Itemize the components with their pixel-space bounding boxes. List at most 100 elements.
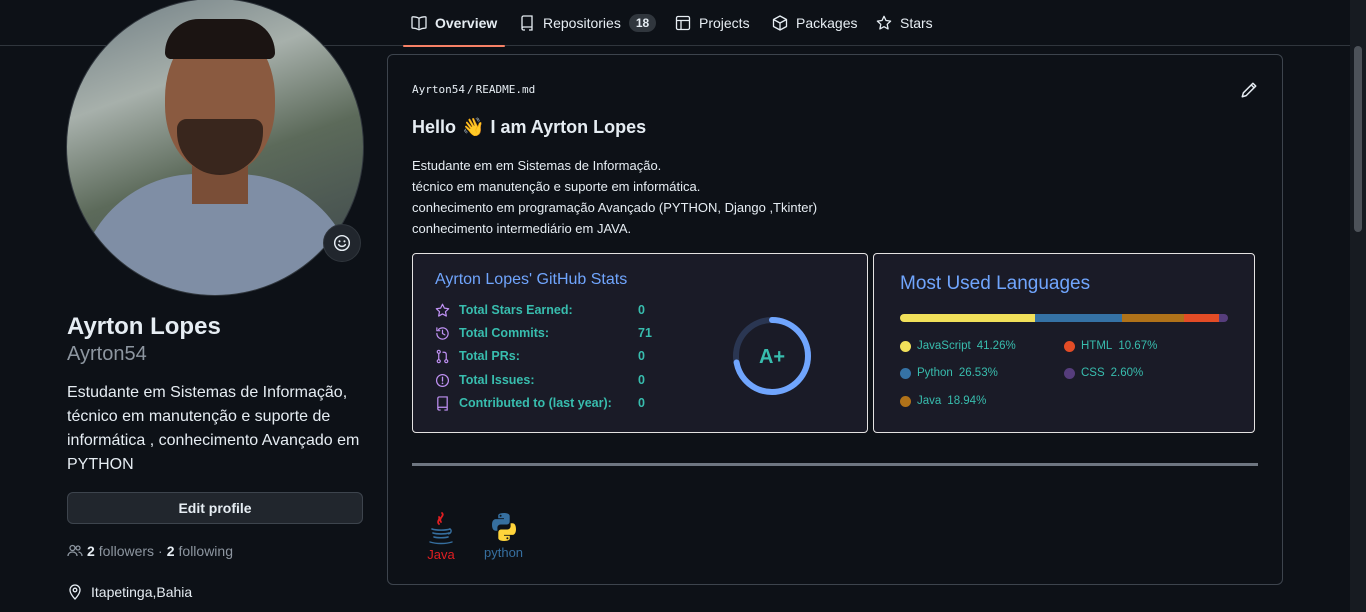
stat-label: Total Commits: (459, 326, 550, 340)
tab-repositories[interactable]: Repositories 18 (519, 0, 657, 46)
stat-value: 0 (638, 396, 645, 410)
stats-card-title: Ayrton Lopes' GitHub Stats (435, 271, 628, 288)
rank-ring: A+ (733, 317, 811, 395)
location-text: Itapetinga,Bahia (91, 584, 193, 600)
package-icon (772, 15, 788, 31)
python-logo-label: python (484, 545, 524, 560)
tab-overview-label: Overview (435, 15, 498, 31)
stat-value: 0 (638, 349, 645, 363)
language-dot (900, 395, 911, 407)
repo-icon (521, 15, 533, 31)
profile-full-name: Ayrton Lopes (67, 313, 221, 340)
people-icon (67, 544, 83, 557)
star-icon (435, 303, 450, 317)
stat-label: Total Stars Earned: (459, 303, 573, 317)
stat-row-contributed: Contributed to (last year): 0 (435, 393, 645, 413)
language-name: Python (917, 367, 953, 379)
profile-location: Itapetinga,Bahia (67, 584, 192, 600)
language-name: CSS (1081, 367, 1105, 379)
set-status-button[interactable] (323, 224, 361, 262)
followers-link[interactable]: followers (99, 543, 154, 559)
avatar[interactable] (66, 0, 364, 296)
java-logo-icon (429, 512, 453, 545)
followers-count[interactable]: 2 (87, 543, 95, 559)
follow-stats: 2 followers · 2 following (67, 543, 233, 559)
python-logo-icon (491, 513, 516, 541)
language-percent: 41.26% (976, 340, 1016, 352)
readme-intro: Estudante em em Sistemas de Informação. … (412, 155, 817, 239)
language-name: JavaScript (917, 340, 971, 352)
language-bar-segment (1122, 314, 1185, 322)
languages-progress-bar (900, 314, 1228, 322)
pencil-icon[interactable] (1240, 81, 1258, 99)
readme-file-name[interactable]: README.md (476, 83, 536, 96)
tab-repositories-label: Repositories (543, 15, 621, 31)
stat-label: Total Issues: (459, 373, 535, 387)
tab-stars-label: Stars (900, 15, 933, 31)
language-percent: 10.67% (1118, 340, 1158, 352)
readme-owner-link[interactable]: Ayrton54 (412, 83, 465, 96)
language-percent: 18.94% (947, 395, 987, 407)
github-stats-card[interactable]: Ayrton Lopes' GitHub Stats Total Stars E… (412, 253, 868, 433)
language-name: HTML (1081, 340, 1113, 352)
language-bar-segment (900, 314, 1036, 322)
profile-bio: Estudante em Sistemas de Informação, téc… (67, 384, 360, 473)
tab-packages-label: Packages (796, 15, 858, 31)
star-icon (876, 15, 892, 30)
pull-request-icon (436, 349, 449, 363)
readme-divider (412, 463, 1258, 466)
repositories-count-badge: 18 (628, 14, 657, 32)
tab-overview[interactable]: Overview (402, 0, 506, 47)
location-pin-icon (69, 584, 81, 600)
language-dot (900, 367, 911, 379)
page-scrollbar[interactable] (1350, 0, 1366, 612)
readme-path: Ayrton54/README.md (412, 83, 535, 96)
language-bar-segment (1219, 314, 1228, 322)
stat-label: Contributed to (last year): (459, 396, 612, 410)
language-item-css: CSS 2.60% (1064, 367, 1143, 379)
history-icon (436, 326, 449, 340)
follow-separator: · (158, 543, 163, 559)
stat-row-prs: Total PRs: 0 (435, 346, 645, 366)
python-logo[interactable]: python (484, 511, 523, 560)
tab-projects-label: Projects (699, 15, 750, 31)
language-item-html: HTML 10.67% (1064, 340, 1157, 352)
stat-value: 0 (638, 373, 645, 387)
java-logo[interactable]: Java (426, 511, 456, 562)
scrollbar-thumb[interactable] (1354, 46, 1362, 232)
language-item-java: Java 18.94% (900, 395, 986, 407)
language-name: Java (917, 395, 942, 407)
readme-line: conhecimento em programação Avançado (PY… (412, 200, 818, 215)
java-logo-label: Java (427, 547, 455, 562)
readme-box: Ayrton54/README.md Hello 👋 I am Ayrton L… (387, 54, 1283, 585)
readme-line: técnico em manutenção e suporte em infor… (412, 179, 701, 194)
profile-username: Ayrton54 (67, 343, 147, 365)
language-bar-segment (1035, 314, 1123, 322)
avatar-photo-beard (177, 119, 263, 175)
avatar-photo-hair (165, 19, 275, 59)
stat-row-issues: Total Issues: 0 (435, 370, 645, 390)
readme-heading: Hello 👋 I am Ayrton Lopes (412, 117, 646, 138)
table-icon (675, 15, 691, 31)
tab-stars[interactable]: Stars (876, 0, 933, 46)
tab-packages[interactable]: Packages (772, 0, 857, 46)
languages-card-title: Most Used Languages (900, 273, 1091, 294)
language-item-python: Python 26.53% (900, 367, 998, 379)
book-icon (411, 16, 427, 31)
language-dot (1064, 340, 1075, 352)
issue-icon (435, 373, 450, 387)
waving-hand-icon: 👋 (462, 117, 485, 137)
language-item-javascript: JavaScript 41.26% (900, 340, 1016, 352)
smiley-icon (333, 234, 351, 252)
tab-projects[interactable]: Projects (675, 0, 750, 46)
edit-profile-button[interactable]: Edit profile (67, 492, 363, 524)
following-link[interactable]: following (179, 543, 233, 559)
following-count[interactable]: 2 (167, 543, 175, 559)
stat-value: 71 (638, 326, 652, 340)
readme-heading-suffix: I am Ayrton Lopes (490, 117, 647, 137)
readme-path-slash: / (466, 83, 474, 96)
language-dot (900, 340, 911, 352)
language-dot (1064, 367, 1075, 379)
top-languages-card[interactable]: Most Used Languages JavaScript 41.26% Py… (873, 253, 1255, 433)
stat-value: 0 (638, 303, 645, 317)
